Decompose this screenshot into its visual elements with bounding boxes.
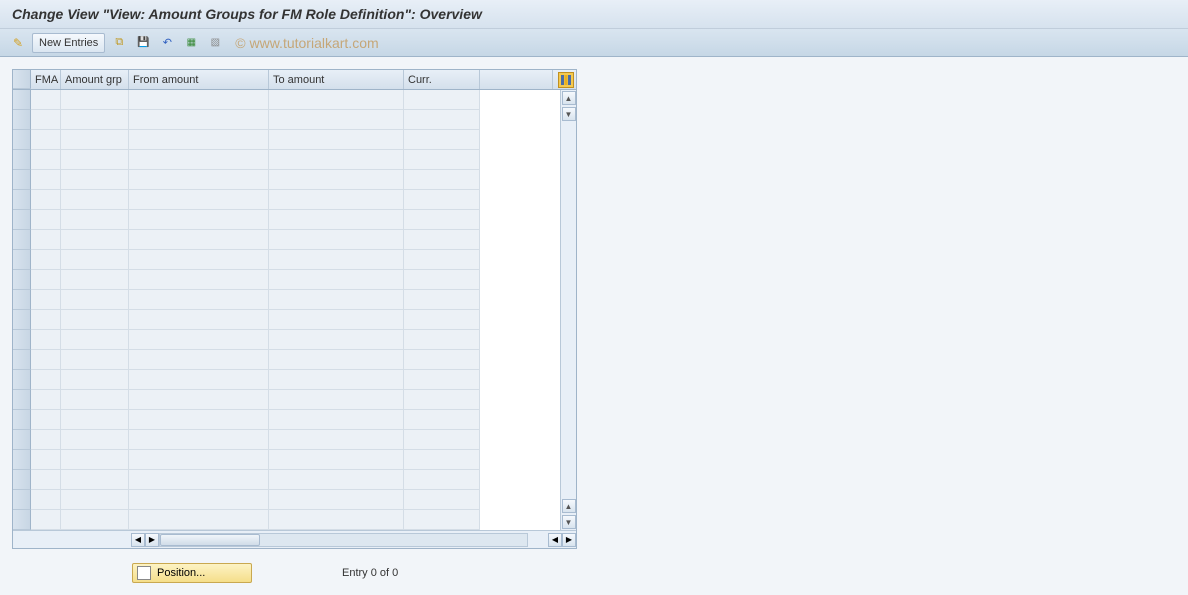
table-row[interactable] [13, 390, 560, 410]
hscroll-track[interactable] [159, 533, 528, 547]
column-header-from-amount[interactable]: From amount [129, 70, 269, 89]
table-row[interactable] [13, 110, 560, 130]
save-icon[interactable]: 💾 [133, 33, 153, 53]
undo-icon[interactable]: ↶ [157, 33, 177, 53]
footer: Position... Entry 0 of 0 [12, 563, 1176, 583]
column-header-curr[interactable]: Curr. [404, 70, 480, 89]
main-content: FMA Amount grp From amount To amount Cur… [0, 57, 1188, 595]
change-icon[interactable]: ✎ [8, 33, 28, 53]
column-header-to-amount[interactable]: To amount [269, 70, 404, 89]
deselect-all-icon[interactable]: ▧ [205, 33, 225, 53]
table-row[interactable] [13, 170, 560, 190]
table-row[interactable] [13, 490, 560, 510]
column-header-amount-grp[interactable]: Amount grp [61, 70, 129, 89]
table-row[interactable] [13, 450, 560, 470]
copy-icon[interactable]: ⧉ [109, 33, 129, 53]
vertical-scrollbar[interactable]: ▲ ▼ ▲ ▼ [560, 90, 576, 530]
scroll-right-icon[interactable]: ▶ [145, 533, 159, 547]
position-button[interactable]: Position... [132, 563, 252, 583]
select-all-icon[interactable]: ▦ [181, 33, 201, 53]
toolbar: ✎ New Entries ⧉ 💾 ↶ ▦ ▧ © www.tutorialka… [0, 29, 1188, 57]
scroll-left-end-icon[interactable]: ◀ [548, 533, 562, 547]
watermark-text: © www.tutorialkart.com [235, 35, 378, 51]
table-row[interactable] [13, 210, 560, 230]
table-row[interactable] [13, 350, 560, 370]
table-row[interactable] [13, 410, 560, 430]
page-title: Change View "View: Amount Groups for FM … [0, 0, 1188, 29]
position-label: Position... [157, 567, 205, 579]
grid-header: FMA Amount grp From amount To amount Cur… [13, 70, 576, 90]
table-row[interactable] [13, 190, 560, 210]
table-row[interactable] [13, 510, 560, 530]
scroll-up-bottom-icon[interactable]: ▲ [562, 499, 576, 513]
select-all-header[interactable] [13, 70, 31, 89]
column-header-fma[interactable]: FMA [31, 70, 61, 89]
table-row[interactable] [13, 90, 560, 110]
new-entries-button[interactable]: New Entries [32, 33, 105, 53]
scroll-right-end-icon[interactable]: ▶ [562, 533, 576, 547]
hscroll-thumb[interactable] [160, 534, 260, 546]
scroll-left-icon[interactable]: ◀ [131, 533, 145, 547]
table-row[interactable] [13, 470, 560, 490]
table-row[interactable] [13, 230, 560, 250]
table-row[interactable] [13, 330, 560, 350]
table-row[interactable] [13, 430, 560, 450]
configure-columns-icon[interactable] [558, 72, 574, 88]
scroll-down-icon[interactable]: ▼ [562, 107, 576, 121]
table-row[interactable] [13, 150, 560, 170]
table-row[interactable] [13, 250, 560, 270]
horizontal-scrollbar[interactable]: ◀ ▶ ◀ ▶ [13, 530, 576, 548]
table-row[interactable] [13, 310, 560, 330]
scroll-down-bottom-icon[interactable]: ▼ [562, 515, 576, 529]
table-row[interactable] [13, 130, 560, 150]
table-row[interactable] [13, 370, 560, 390]
table-row[interactable] [13, 290, 560, 310]
entry-count-text: Entry 0 of 0 [342, 567, 398, 579]
table-row[interactable] [13, 270, 560, 290]
scroll-up-icon[interactable]: ▲ [562, 91, 576, 105]
data-grid: FMA Amount grp From amount To amount Cur… [12, 69, 577, 549]
grid-body [13, 90, 560, 530]
